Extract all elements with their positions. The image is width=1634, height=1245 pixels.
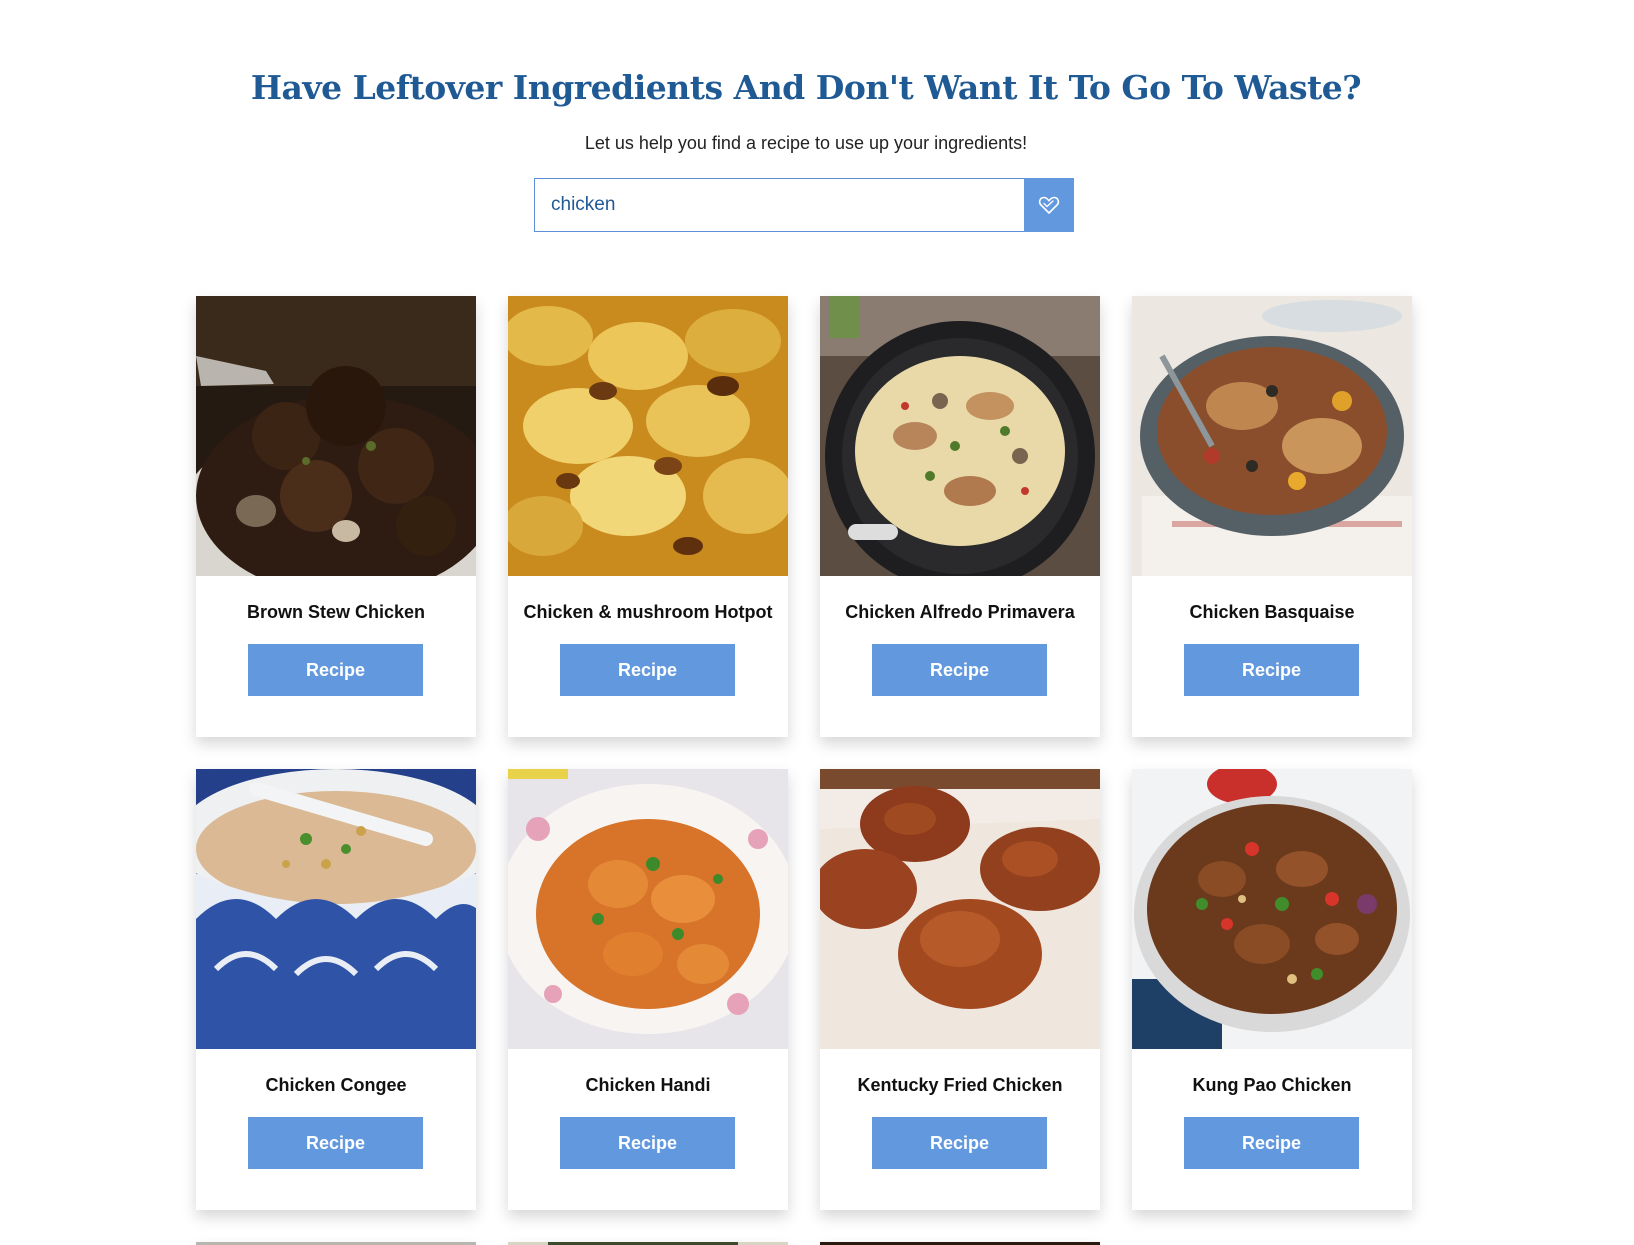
recipe-title: Brown Stew Chicken bbox=[246, 602, 426, 622]
recipe-card: Chicken Basquaise Recipe bbox=[1132, 296, 1412, 737]
recipe-title: Chicken Handi bbox=[585, 1075, 711, 1095]
ingredient-search bbox=[534, 178, 1074, 232]
recipe-card: Chicken & mushroom Hotpot Recipe bbox=[508, 296, 788, 737]
recipe-title: Chicken Basquaise bbox=[1189, 602, 1355, 622]
recipe-button[interactable]: Recipe bbox=[560, 644, 735, 696]
recipe-button[interactable]: Recipe bbox=[248, 644, 423, 696]
page-subtitle: Let us help you find a recipe to use up … bbox=[584, 133, 1028, 153]
recipe-button[interactable]: Recipe bbox=[560, 1117, 735, 1169]
recipe-button[interactable]: Recipe bbox=[1184, 1117, 1359, 1169]
search-submit-button[interactable] bbox=[1024, 178, 1074, 232]
recipe-image-chicken-alfredo-primavera[interactable] bbox=[820, 296, 1100, 576]
recipe-image-kentucky-fried-chicken[interactable] bbox=[820, 769, 1100, 1049]
recipe-card: Chicken Handi Recipe bbox=[508, 769, 788, 1210]
recipe-card: Chicken Alfredo Primavera Recipe bbox=[820, 296, 1100, 737]
recipe-card: Kung Pao Chicken Recipe bbox=[1132, 769, 1412, 1210]
heart-icon bbox=[1038, 196, 1060, 214]
recipe-card: Chicken Congee Recipe bbox=[196, 769, 476, 1210]
recipe-card: Kentucky Fried Chicken Recipe bbox=[820, 769, 1100, 1210]
ingredient-search-input[interactable] bbox=[534, 178, 1024, 232]
recipe-image-kung-pao-chicken[interactable] bbox=[1132, 769, 1412, 1049]
recipe-card: Brown Stew Chicken Recipe bbox=[196, 296, 476, 737]
recipe-image-chicken-congee[interactable] bbox=[196, 769, 476, 1049]
page-headline: Have Leftover Ingredients And Don't Want… bbox=[250, 68, 1362, 107]
recipe-button[interactable]: Recipe bbox=[872, 1117, 1047, 1169]
recipe-title: Kentucky Fried Chicken bbox=[857, 1075, 1063, 1095]
recipe-button[interactable]: Recipe bbox=[1184, 644, 1359, 696]
recipe-title: Chicken & mushroom Hotpot bbox=[523, 602, 773, 622]
recipe-image-brown-stew-chicken[interactable] bbox=[196, 296, 476, 576]
recipe-image-chicken-handi[interactable] bbox=[508, 769, 788, 1049]
recipe-button[interactable]: Recipe bbox=[872, 644, 1047, 696]
recipe-image-chicken-basquaise[interactable] bbox=[1132, 296, 1412, 576]
recipe-button[interactable]: Recipe bbox=[248, 1117, 423, 1169]
recipe-title: Chicken Alfredo Primavera bbox=[845, 602, 1075, 622]
recipe-title: Kung Pao Chicken bbox=[1192, 1075, 1352, 1095]
recipe-image-chicken-mushroom-hotpot[interactable] bbox=[508, 296, 788, 576]
recipe-title: Chicken Congee bbox=[265, 1075, 407, 1095]
recipe-search-page: Have Leftover Ingredients And Don't Want… bbox=[0, 0, 1634, 1245]
